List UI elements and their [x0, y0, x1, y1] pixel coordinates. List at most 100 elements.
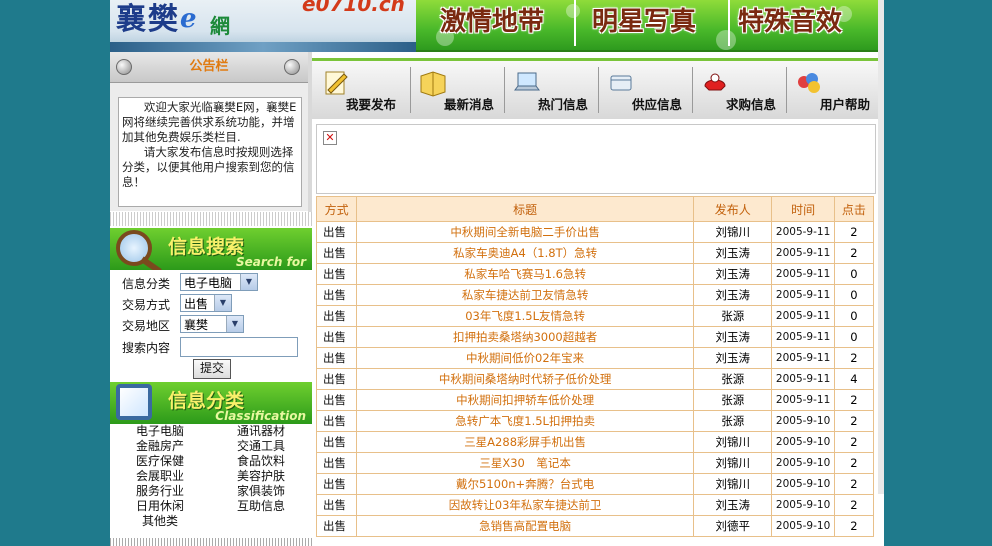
- clicks-cell: 2: [834, 222, 873, 242]
- category-link[interactable]: 食品饮料: [237, 454, 285, 469]
- clicks-cell: 2: [834, 243, 873, 263]
- table-row[interactable]: 出售 扣押拍卖桑塔纳3000超越者 刘玉涛 2005-9-11 0: [317, 327, 873, 347]
- title-link[interactable]: 因故转让03年私家车捷达前卫: [357, 495, 694, 515]
- category-link[interactable]: 美容护肤: [237, 469, 285, 484]
- category-select[interactable]: 电子电脑 ▼: [180, 273, 258, 291]
- clicks-cell: 2: [834, 411, 873, 431]
- left-column: 公告栏 欢迎大家光临襄樊E网，襄樊E网将继续完善供求系统功能，并增加其他免费娱乐…: [110, 52, 312, 546]
- notice-paragraph-1: 欢迎大家光临襄樊E网，襄樊E网将继续完善供求系统功能，并增加其他免费娱乐类栏目.: [122, 100, 297, 144]
- table-row[interactable]: 出售 私家车奥迪A4（1.8T）急转 刘玉涛 2005-9-11 2: [317, 243, 873, 263]
- logo-url: e0710.cn: [302, 0, 405, 16]
- title-link[interactable]: 中秋期间低价02年宝来: [357, 348, 694, 368]
- title-link[interactable]: 私家车哈飞赛马1.6急转: [357, 264, 694, 284]
- category-link[interactable]: 日用休闲: [136, 499, 184, 514]
- page-edge: [878, 0, 884, 494]
- top-banner[interactable]: 激情地带 明星写真 特殊音效: [416, 0, 884, 52]
- nav-supply[interactable]: 供应信息: [600, 64, 694, 116]
- table-row[interactable]: 出售 私家车哈飞赛马1.6急转 刘玉涛 2005-9-11 0: [317, 264, 873, 284]
- notice-content: 欢迎大家光临襄樊E网，襄樊E网将继续完善供求系统功能，并增加其他免费娱乐类栏目.…: [118, 97, 302, 207]
- table-row[interactable]: 出售 因故转让03年私家车捷达前卫 刘玉涛 2005-9-10 2: [317, 495, 873, 515]
- table-row[interactable]: 出售 03年飞度1.5L友情急转 张源 2005-9-11 0: [317, 306, 873, 326]
- date-cell: 2005-9-11: [772, 327, 834, 347]
- mode-cell: 出售: [317, 243, 357, 263]
- nav-buy[interactable]: 求购信息: [694, 64, 788, 116]
- table-row[interactable]: 出售 中秋期间全新电脑二手价出售 刘锦川 2005-9-11 2: [317, 222, 873, 242]
- category-link[interactable]: 电子电脑: [136, 424, 184, 439]
- notice-title: 公告栏: [189, 59, 229, 74]
- clicks-cell: 0: [834, 327, 873, 347]
- date-cell: 2005-9-11: [772, 306, 834, 326]
- title-link[interactable]: 03年飞度1.5L友情急转: [357, 306, 694, 326]
- category-link[interactable]: 服务行业: [136, 484, 184, 499]
- broken-image-icon: ✕: [323, 131, 337, 145]
- notice-paragraph-2: 请大家发布信息时按规则选择分类，以便其他用户搜索到您的信息！: [122, 145, 295, 189]
- submit-button[interactable]: 提交: [193, 359, 231, 379]
- notice-header: 公告栏: [110, 52, 308, 83]
- ball-icon: [284, 59, 300, 75]
- nav-hot[interactable]: 热门信息: [506, 64, 600, 116]
- banner-link-passion[interactable]: 激情地带: [440, 0, 544, 46]
- category-link[interactable]: 通讯器材: [237, 424, 285, 439]
- category-link[interactable]: 交通工具: [237, 439, 285, 454]
- banner-link-stars[interactable]: 明星写真: [592, 0, 696, 46]
- header: 襄樊 e 網 e0710.cn 激情地带 明星写真 特殊音效: [110, 0, 884, 52]
- category-link[interactable]: 医疗保健: [136, 454, 184, 469]
- keyword-input[interactable]: [180, 337, 298, 357]
- date-cell: 2005-9-10: [772, 474, 834, 494]
- table-row[interactable]: 出售 中秋期间扣押轿车低价处理 张源 2005-9-11 2: [317, 390, 873, 410]
- area-select[interactable]: 襄樊 ▼: [180, 315, 244, 333]
- title-link[interactable]: 扣押拍卖桑塔纳3000超越者: [357, 327, 694, 347]
- mode-cell: 出售: [317, 495, 357, 515]
- table-row[interactable]: 出售 中秋期间低价02年宝来 刘玉涛 2005-9-11 2: [317, 348, 873, 368]
- nav-post[interactable]: 我要发布: [314, 64, 408, 116]
- category-link[interactable]: 其他类: [142, 514, 178, 529]
- title-link[interactable]: 急销售高配置电脑: [357, 516, 694, 536]
- category-link[interactable]: 金融房产: [136, 439, 184, 454]
- divider: [110, 538, 312, 546]
- mode-select[interactable]: 出售 ▼: [180, 294, 232, 312]
- title-link[interactable]: 三星A288彩屏手机出售: [357, 432, 694, 452]
- title-link[interactable]: 戴尔5100n+奔腾？台式电: [357, 474, 694, 494]
- user-cell: 刘锦川: [694, 222, 772, 242]
- clicks-cell: 2: [834, 516, 873, 536]
- logo-e: e: [180, 4, 197, 34]
- date-cell: 2005-9-11: [772, 369, 834, 389]
- title-link[interactable]: 私家车奥迪A4（1.8T）急转: [357, 243, 694, 263]
- logo-text: 襄樊: [116, 2, 180, 37]
- date-cell: 2005-9-10: [772, 432, 834, 452]
- classification-section-header: 信息分类 Classification: [110, 382, 312, 424]
- mode-cell: 出售: [317, 390, 357, 410]
- category-link[interactable]: 会展职业: [136, 469, 184, 484]
- clicks-cell: 0: [834, 285, 873, 305]
- title-link[interactable]: 三星X30 笔记本: [357, 453, 694, 473]
- title-link[interactable]: 中秋期间全新电脑二手价出售: [357, 222, 694, 242]
- column-header: 点击: [834, 197, 873, 221]
- user-cell: 刘玉涛: [694, 327, 772, 347]
- category-link[interactable]: 互助信息: [237, 499, 285, 514]
- table-row[interactable]: 出售 私家车捷达前卫友情急转 刘玉涛 2005-9-11 0: [317, 285, 873, 305]
- table-row[interactable]: 出售 戴尔5100n+奔腾？台式电 刘锦川 2005-9-10 2: [317, 474, 873, 494]
- nav-label: 供应信息: [632, 97, 683, 112]
- title-link[interactable]: 中秋期间扣押轿车低价处理: [357, 390, 694, 410]
- table-row[interactable]: 出售 急销售高配置电脑 刘德平 2005-9-10 2: [317, 516, 873, 536]
- banner-link-sounds[interactable]: 特殊音效: [738, 0, 842, 46]
- date-cell: 2005-9-10: [772, 516, 834, 536]
- table-row[interactable]: 出售 中秋期间桑塔纳时代轿子低价处理 张源 2005-9-11 4: [317, 369, 873, 389]
- mode-cell: 出售: [317, 327, 357, 347]
- site-logo[interactable]: 襄樊 e 網 e0710.cn: [110, 0, 416, 52]
- nav-help[interactable]: 用户帮助: [788, 64, 882, 116]
- nav-latest[interactable]: 最新消息: [412, 64, 506, 116]
- table-row[interactable]: 出售 三星X30 笔记本 刘锦川 2005-9-10 2: [317, 453, 873, 473]
- title-link[interactable]: 急转广本飞度1.5L扣押拍卖: [357, 411, 694, 431]
- table-row[interactable]: 出售 三星A288彩屏手机出售 刘锦川 2005-9-10 2: [317, 432, 873, 452]
- mode-cell: 出售: [317, 432, 357, 452]
- table-row[interactable]: 出售 急转广本飞度1.5L扣押拍卖 张源 2005-9-10 2: [317, 411, 873, 431]
- book-icon: [116, 384, 152, 420]
- clicks-cell: 0: [834, 264, 873, 284]
- user-cell: 张源: [694, 369, 772, 389]
- title-link[interactable]: 私家车捷达前卫友情急转: [357, 285, 694, 305]
- user-cell: 刘德平: [694, 516, 772, 536]
- title-link[interactable]: 中秋期间桑塔纳时代轿子低价处理: [357, 369, 694, 389]
- category-link[interactable]: 家俱装饰: [237, 484, 285, 499]
- mode-cell: 出售: [317, 411, 357, 431]
